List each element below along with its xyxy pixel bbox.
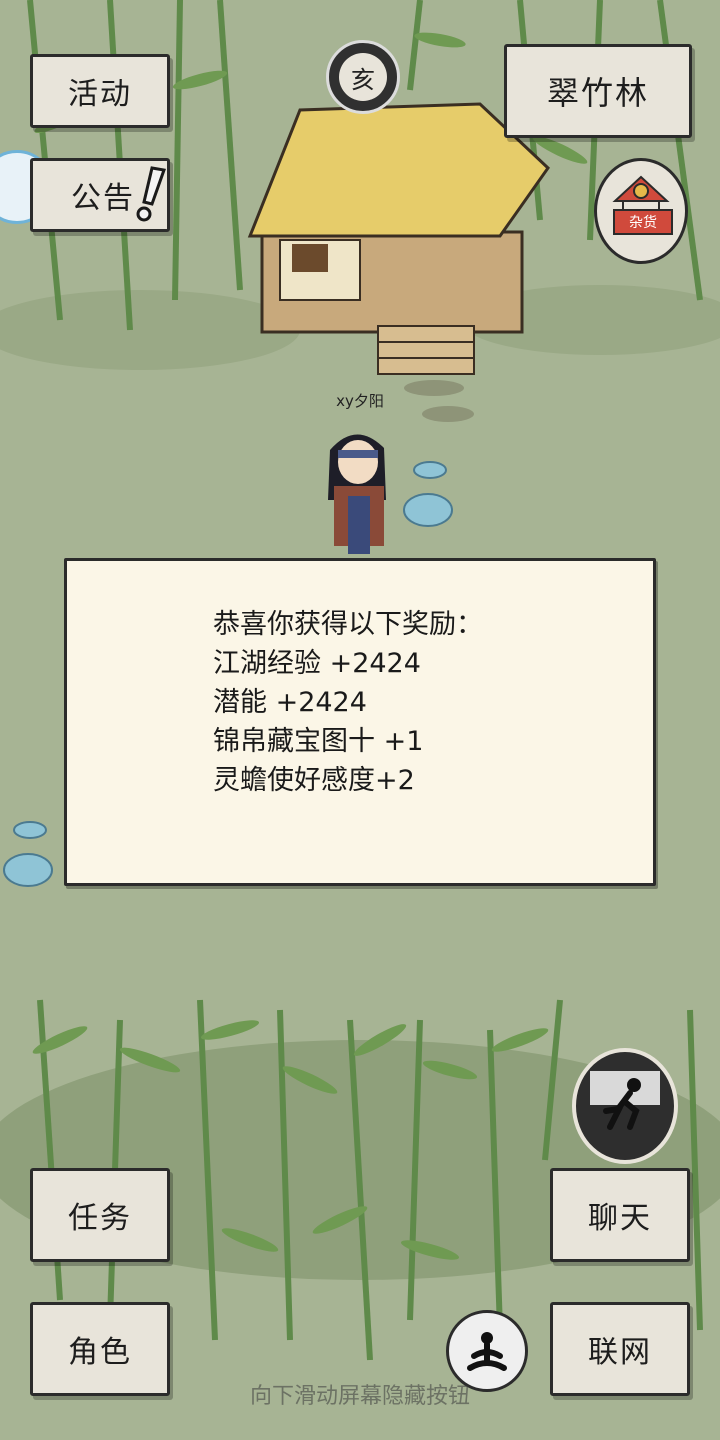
time-glyph: 亥 <box>339 53 387 101</box>
reward-lines: 恭喜你获得以下奖励： 江湖经验 +2424 潜能 +2424 锦帛藏宝图十 +1… <box>213 605 483 800</box>
network-label: 联网 <box>588 1335 652 1370</box>
notice-label: 公告 <box>71 181 135 216</box>
shop-sign: 杂货 <box>613 209 673 235</box>
reward-dialog[interactable]: 恭喜你获得以下奖励： 江湖经验 +2424 潜能 +2424 锦帛藏宝图十 +1… <box>64 558 656 886</box>
player-name: xy夕阳 <box>336 392 384 410</box>
shop-icon[interactable]: 杂货 <box>594 158 688 264</box>
task-label: 任务 <box>68 1201 132 1236</box>
running-figure-icon <box>590 1071 660 1130</box>
role-label: 角色 <box>68 1335 132 1370</box>
location-name: 翠竹林 <box>546 74 649 112</box>
reward-line: 灵蟾使好感度+2 <box>213 765 415 796</box>
reward-line: 锦帛藏宝图十 +1 <box>213 726 424 757</box>
reward-title: 恭喜你获得以下奖励： <box>213 609 483 640</box>
reward-line: 潜能 +2424 <box>213 687 367 718</box>
reward-line: 江湖经验 +2424 <box>213 648 421 679</box>
chat-button[interactable]: 聊天 <box>550 1168 690 1262</box>
meditating-figure-icon <box>467 1332 507 1371</box>
task-button[interactable]: 任务 <box>30 1168 170 1262</box>
hide-buttons-hint: 向下滑动屏幕隐藏按钮 <box>249 1384 470 1409</box>
alert-icon <box>136 166 167 222</box>
location-button[interactable]: 翠竹林 <box>504 44 692 138</box>
activity-button[interactable]: 活动 <box>30 54 170 128</box>
run-icon[interactable] <box>572 1048 678 1164</box>
chat-label: 聊天 <box>588 1201 652 1236</box>
activity-label: 活动 <box>68 77 132 112</box>
time-badge-icon[interactable]: 亥 <box>326 40 400 114</box>
